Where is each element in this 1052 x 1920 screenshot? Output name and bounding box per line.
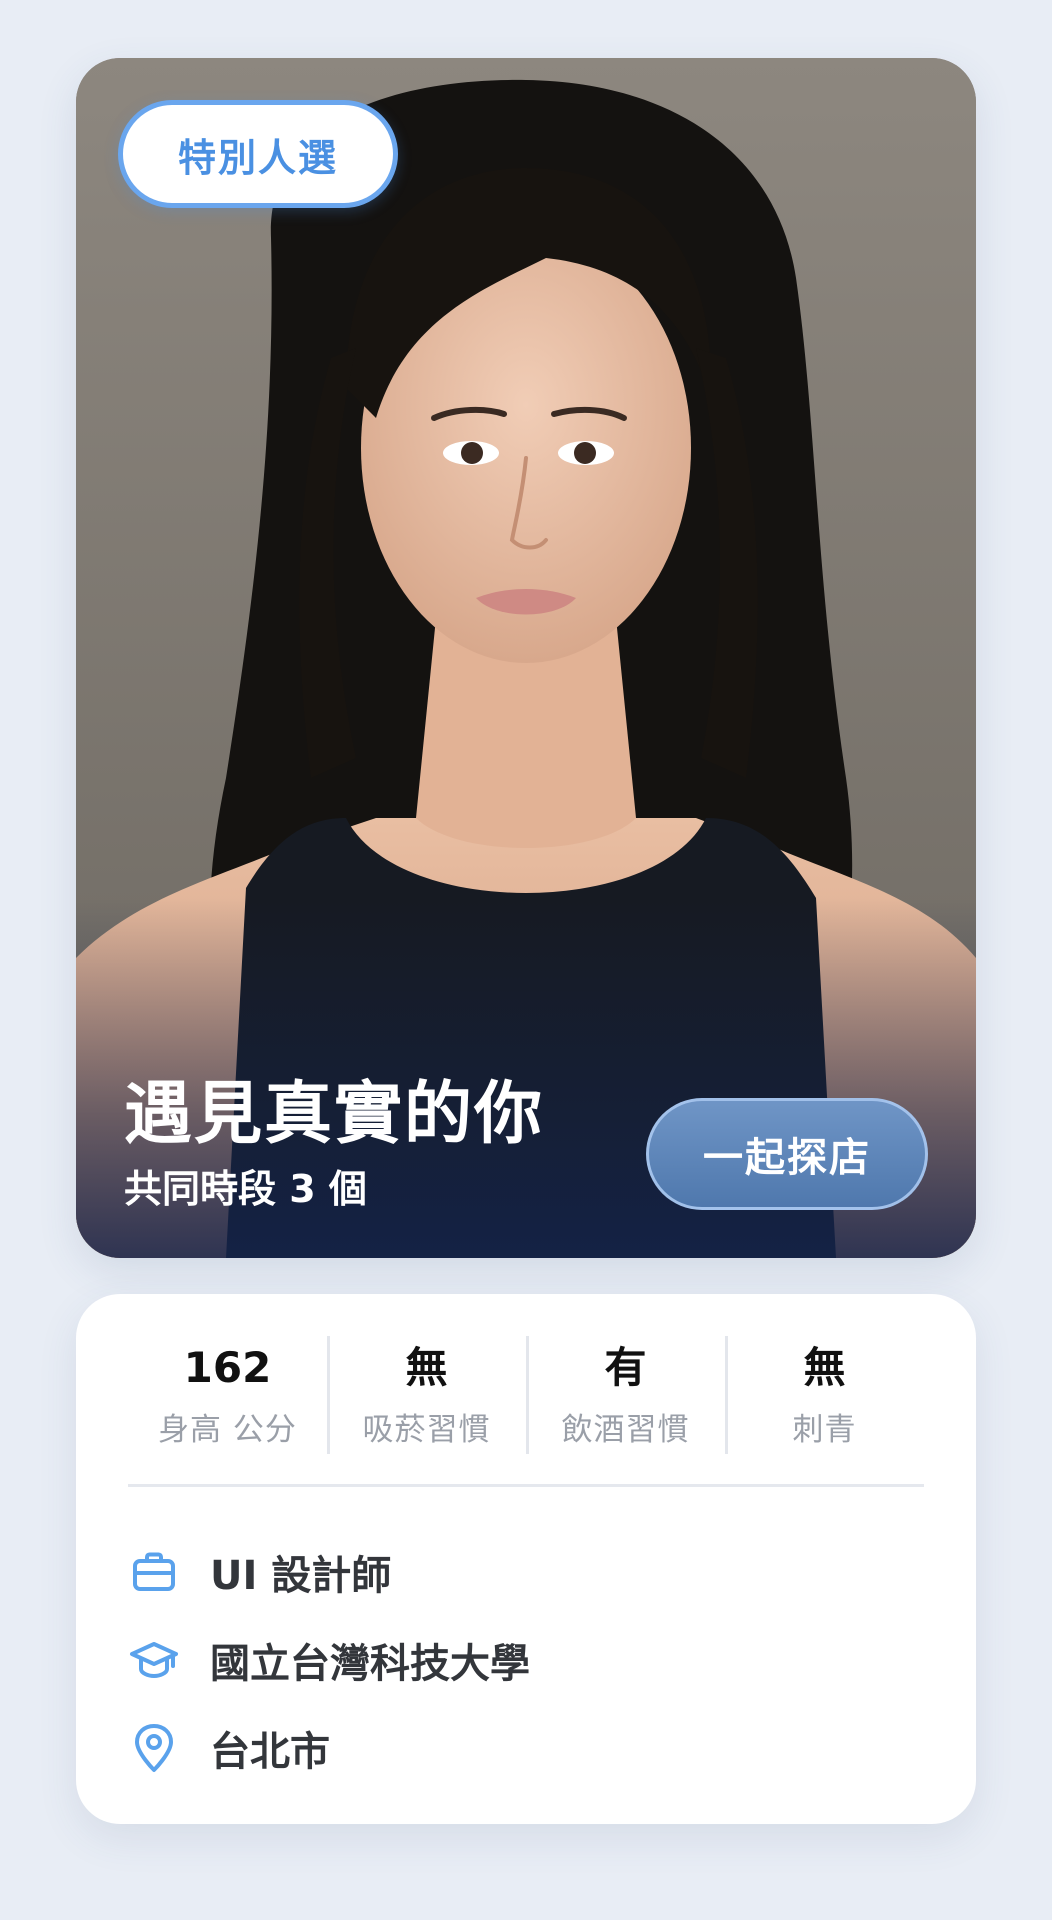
- detail-school: 國立台灣科技大學: [128, 1630, 530, 1690]
- detail-location: 台北市: [128, 1718, 330, 1778]
- briefcase-icon: [128, 1546, 180, 1598]
- stat-label: 吸菸習慣: [362, 1412, 491, 1448]
- stat-value: 162: [183, 1343, 272, 1392]
- stat-height: 162 身高 公分: [128, 1334, 327, 1456]
- job-text: UI 設計師: [210, 1553, 392, 1599]
- stat-value: 有: [604, 1343, 647, 1392]
- stat-smoking: 無 吸菸習慣: [327, 1334, 526, 1456]
- stat-label: 身高 公分: [158, 1412, 297, 1448]
- stat-tattoo: 無 刺青: [725, 1334, 924, 1456]
- stat-label: 刺青: [792, 1412, 857, 1448]
- detail-job: UI 設計師: [128, 1542, 391, 1602]
- stats-row: 162 身高 公分 無 吸菸習慣 有 飲酒習慣 無 刺青: [128, 1334, 924, 1456]
- featured-badge: 特別人選: [118, 100, 398, 208]
- profile-headline: 遇見真實的你: [124, 1075, 545, 1154]
- stat-value: 無: [803, 1343, 846, 1392]
- location-pin-icon: [128, 1722, 180, 1774]
- school-text: 國立台灣科技大學: [210, 1641, 530, 1687]
- stat-value: 無: [405, 1343, 448, 1392]
- explore-together-button[interactable]: 一起探店: [646, 1098, 928, 1210]
- shared-slots-text: 共同時段 3 個: [124, 1167, 367, 1211]
- stat-label: 飲酒習慣: [561, 1412, 690, 1448]
- divider: [128, 1484, 924, 1487]
- location-text: 台北市: [210, 1729, 330, 1775]
- profile-info-card: 162 身高 公分 無 吸菸習慣 有 飲酒習慣 無 刺青 UI 設計師 國立台灣…: [76, 1294, 976, 1824]
- graduation-cap-icon: [128, 1634, 180, 1686]
- profile-photo-card[interactable]: 特別人選 遇見真實的你 共同時段 3 個 一起探店: [76, 58, 976, 1258]
- stat-drinking: 有 飲酒習慣: [526, 1334, 725, 1456]
